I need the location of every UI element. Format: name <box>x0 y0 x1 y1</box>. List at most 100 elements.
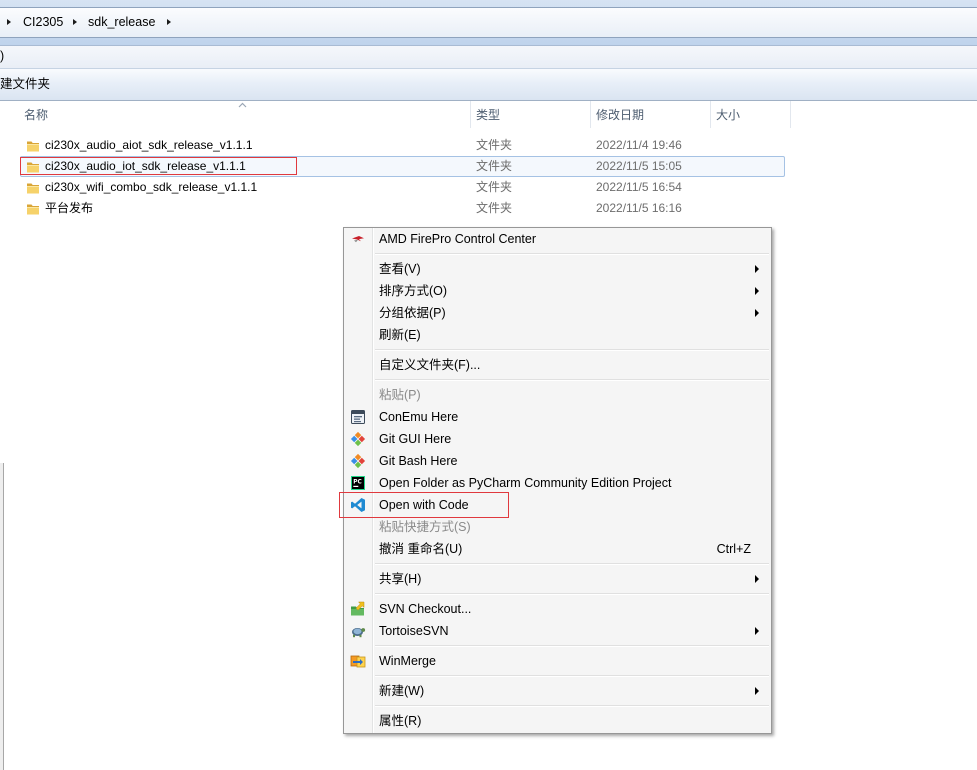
menu-item-label: Git GUI Here <box>379 432 452 446</box>
file-name: 平台发布 <box>45 201 94 215</box>
menu-item-svn-checkout[interactable]: SVN Checkout... <box>344 598 771 620</box>
menu-item-label: 新建(W) <box>379 684 425 698</box>
conemu-icon <box>350 409 366 425</box>
file-row[interactable]: ci230x_wifi_combo_sdk_release_v1.1.1 文件夹… <box>20 177 785 198</box>
amd-icon <box>350 231 366 247</box>
file-type: 文件夹 <box>476 180 513 194</box>
menu-item-label: 分组依据(P) <box>379 306 446 320</box>
menu-item-label: TortoiseSVN <box>379 624 449 638</box>
menu-item-label: 粘贴(P) <box>379 388 421 402</box>
breadcrumb-item-ci2305[interactable]: CI2305 <box>23 8 63 37</box>
file-modified: 2022/11/5 16:54 <box>596 180 682 194</box>
winmerge-icon <box>350 653 366 669</box>
git-bash-icon <box>350 453 366 469</box>
menu-bar: ) <box>0 45 977 68</box>
nav-pane-splitter[interactable] <box>0 463 4 770</box>
file-row[interactable]: ci230x_audio_iot_sdk_release_v1.1.1 文件夹 … <box>20 156 785 177</box>
folder-icon <box>27 141 39 151</box>
submenu-arrow-icon <box>755 265 759 273</box>
menu-item-open-with-code[interactable]: Open with Code <box>344 494 771 516</box>
column-header-size[interactable]: 大小 <box>716 101 740 129</box>
chevron-right-icon[interactable] <box>167 19 171 25</box>
menu-item-label: 刷新(E) <box>379 328 421 342</box>
file-type: 文件夹 <box>476 201 513 215</box>
menu-bar-item[interactable]: ) <box>0 46 4 67</box>
command-toolbar: 建文件夹 <box>0 68 977 101</box>
menu-item-label: 粘贴快捷方式(S) <box>379 520 471 534</box>
menu-separator <box>344 672 771 680</box>
menu-item-tortoisesvn[interactable]: TortoiseSVN <box>344 620 771 642</box>
chevron-right-icon[interactable] <box>7 19 11 25</box>
menu-separator <box>344 642 771 650</box>
file-type: 文件夹 <box>476 138 513 152</box>
file-row[interactable]: 平台发布 文件夹 2022/11/5 16:16 <box>20 198 785 219</box>
column-header-type[interactable]: 类型 <box>476 101 500 129</box>
column-divider[interactable] <box>470 101 471 128</box>
column-divider[interactable] <box>590 101 591 128</box>
menu-item-sort-by[interactable]: 排序方式(O) <box>344 280 771 302</box>
menu-item-amd-firepro[interactable]: AMD FirePro Control Center <box>344 228 771 250</box>
breadcrumb-item-sdk-release[interactable]: sdk_release <box>88 8 155 37</box>
menu-item-label: Open with Code <box>379 498 469 512</box>
address-bar[interactable]: CI2305 sdk_release <box>0 7 977 38</box>
menu-item-shortcut: Ctrl+Z <box>716 542 751 556</box>
sort-up-icon <box>238 102 247 108</box>
file-modified: 2022/11/5 15:05 <box>596 159 682 173</box>
menu-item-label: Git Bash Here <box>379 454 458 468</box>
menu-item-undo-rename[interactable]: 撤消 重命名(U) Ctrl+Z <box>344 538 771 560</box>
menu-item-paste: 粘贴(P) <box>344 384 771 406</box>
menu-item-properties[interactable]: 属性(R) <box>344 710 771 732</box>
file-row[interactable]: ci230x_audio_aiot_sdk_release_v1.1.1 文件夹… <box>20 135 785 156</box>
submenu-arrow-icon <box>755 309 759 317</box>
folder-icon <box>27 183 39 193</box>
file-name: ci230x_audio_iot_sdk_release_v1.1.1 <box>45 159 246 173</box>
menu-item-paste-shortcut: 粘贴快捷方式(S) <box>344 516 771 538</box>
menu-item-share[interactable]: 共享(H) <box>344 568 771 590</box>
pycharm-logo-text: PC <box>353 479 362 485</box>
submenu-arrow-icon <box>755 687 759 695</box>
menu-item-label: 自定义文件夹(F)... <box>379 358 481 372</box>
file-modified: 2022/11/4 19:46 <box>596 138 682 152</box>
menu-item-git-bash-here[interactable]: Git Bash Here <box>344 450 771 472</box>
menu-item-conemu-here[interactable]: ConEmu Here <box>344 406 771 428</box>
menu-separator <box>344 376 771 384</box>
menu-item-new[interactable]: 新建(W) <box>344 680 771 702</box>
menu-item-label: Open Folder as PyCharm Community Edition… <box>379 476 672 490</box>
file-name: ci230x_audio_aiot_sdk_release_v1.1.1 <box>45 138 253 152</box>
menu-item-label: 属性(R) <box>379 714 422 728</box>
menu-item-customize-folder[interactable]: 自定义文件夹(F)... <box>344 354 771 376</box>
chevron-right-icon[interactable] <box>73 19 77 25</box>
menu-separator <box>344 702 771 710</box>
menu-item-label: SVN Checkout... <box>379 602 472 616</box>
menu-item-label: WinMerge <box>379 654 436 668</box>
menu-item-label: AMD FirePro Control Center <box>379 232 536 246</box>
column-divider[interactable] <box>790 101 791 128</box>
menu-item-view[interactable]: 查看(V) <box>344 258 771 280</box>
menu-item-git-gui-here[interactable]: Git GUI Here <box>344 428 771 450</box>
column-header-name[interactable]: 名称 <box>24 101 48 129</box>
file-name: ci230x_wifi_combo_sdk_release_v1.1.1 <box>45 180 258 194</box>
column-header-modified[interactable]: 修改日期 <box>596 101 644 129</box>
menu-separator <box>344 250 771 258</box>
pycharm-icon: PC <box>350 475 366 491</box>
file-type: 文件夹 <box>476 159 513 173</box>
menu-item-label: 排序方式(O) <box>379 284 448 298</box>
folder-icon <box>27 204 39 214</box>
menu-separator <box>344 590 771 598</box>
menu-separator <box>344 346 771 354</box>
menu-item-refresh[interactable]: 刷新(E) <box>344 324 771 346</box>
window-frame: CI2305 sdk_release <box>0 0 977 45</box>
context-menu: AMD FirePro Control Center 查看(V) 排序方式(O)… <box>343 227 772 734</box>
menu-item-label: 查看(V) <box>379 262 421 276</box>
submenu-arrow-icon <box>755 627 759 635</box>
menu-item-group-by[interactable]: 分组依据(P) <box>344 302 771 324</box>
column-divider[interactable] <box>710 101 711 128</box>
submenu-arrow-icon <box>755 575 759 583</box>
vscode-icon <box>350 497 366 513</box>
new-folder-button[interactable]: 建文件夹 <box>0 69 50 100</box>
menu-item-open-pycharm[interactable]: PC Open Folder as PyCharm Community Edit… <box>344 472 771 494</box>
menu-item-winmerge[interactable]: WinMerge <box>344 650 771 672</box>
file-modified: 2022/11/5 16:16 <box>596 201 682 215</box>
folder-icon <box>27 162 39 172</box>
svn-checkout-icon <box>350 601 366 617</box>
